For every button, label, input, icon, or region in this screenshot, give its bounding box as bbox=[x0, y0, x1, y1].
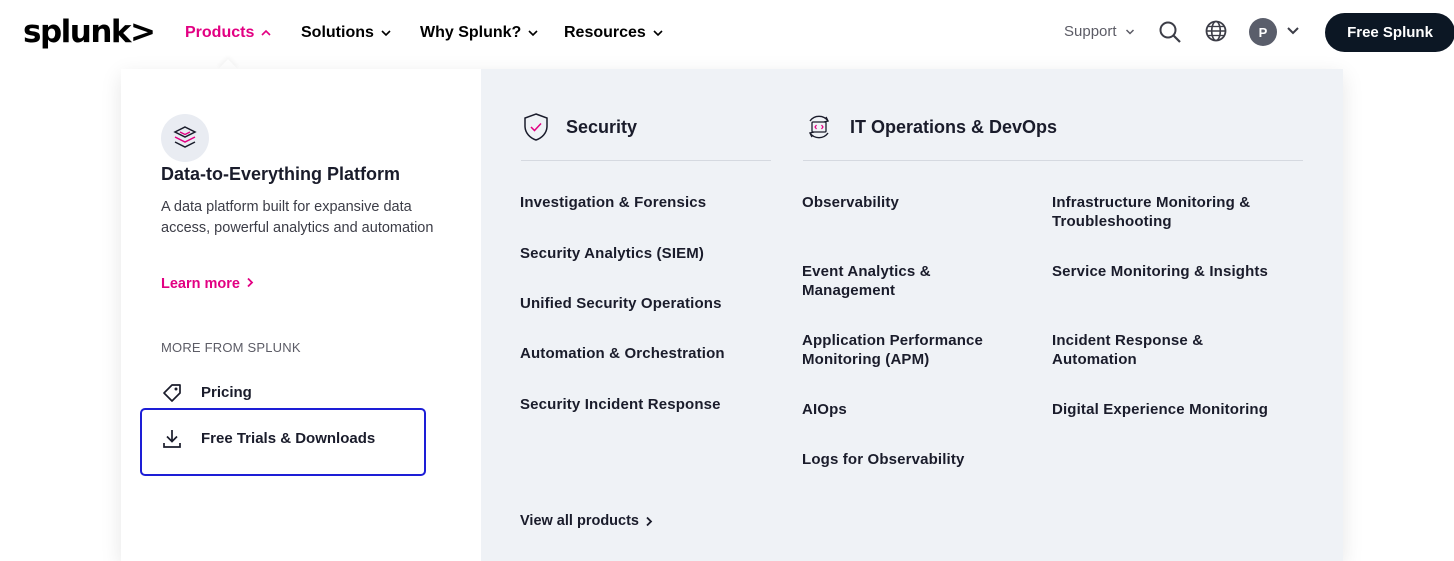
code-cycle-icon bbox=[808, 115, 830, 139]
itops-heading: IT Operations & DevOps bbox=[804, 112, 1057, 142]
view-all-products-link[interactable]: View all products bbox=[520, 511, 653, 531]
chevron-right-icon bbox=[247, 277, 254, 288]
chevron-down-icon bbox=[528, 30, 538, 37]
nav-why-splunk-label: Why Splunk? bbox=[420, 24, 522, 41]
nav-products[interactable]: Products bbox=[185, 22, 272, 44]
security-title: Security bbox=[566, 117, 638, 137]
pricing-label: Pricing bbox=[201, 384, 252, 401]
more-from-heading: MORE FROM SPLUNK bbox=[161, 340, 301, 355]
avatar[interactable]: P bbox=[1249, 18, 1277, 46]
product-link[interactable]: AIOps bbox=[802, 401, 1032, 420]
shield-check-icon bbox=[524, 113, 548, 141]
products-pane: Security Investigation & Forensics Secur… bbox=[481, 69, 1343, 561]
security-divider bbox=[521, 160, 771, 161]
nav-solutions[interactable]: Solutions bbox=[301, 22, 392, 44]
search-icon[interactable] bbox=[1158, 20, 1182, 44]
product-link[interactable]: Security Incident Response bbox=[520, 396, 721, 415]
product-link[interactable]: Incident Response & Automation bbox=[1052, 332, 1232, 369]
product-link[interactable]: Observability bbox=[802, 194, 1032, 213]
product-link[interactable]: Application Performance Monitoring (APM) bbox=[802, 332, 1007, 369]
pricing-link[interactable]: Pricing bbox=[161, 382, 252, 404]
layers-icon bbox=[161, 114, 209, 162]
nav-why-splunk[interactable]: Why Splunk? bbox=[420, 22, 539, 44]
nav-resources-label: Resources bbox=[564, 24, 646, 41]
product-link[interactable]: Unified Security Operations bbox=[520, 295, 722, 314]
site-header: splunk> Products Solutions Why Splunk? R… bbox=[0, 0, 1454, 68]
platform-description: A data platform built for expansive data… bbox=[161, 199, 434, 236]
learn-more-link[interactable]: Learn more bbox=[161, 274, 254, 294]
highlight-annotation bbox=[140, 408, 426, 476]
globe-icon[interactable] bbox=[1205, 20, 1227, 42]
nav-products-label: Products bbox=[185, 24, 255, 41]
chevron-down-icon[interactable] bbox=[1286, 25, 1300, 37]
product-link[interactable]: Logs for Observability bbox=[802, 451, 1032, 470]
learn-more-label: Learn more bbox=[161, 276, 240, 292]
itops-title: IT Operations & DevOps bbox=[850, 117, 1058, 137]
chevron-up-icon bbox=[261, 29, 271, 36]
product-link[interactable]: Investigation & Forensics bbox=[520, 194, 706, 213]
products-dropdown: Data-to-Everything Platform A data platf… bbox=[121, 69, 1343, 561]
free-splunk-button[interactable]: Free Splunk bbox=[1325, 13, 1454, 52]
splunk-logo[interactable]: splunk> bbox=[23, 12, 156, 52]
product-link[interactable]: Service Monitoring & Insights bbox=[1052, 263, 1302, 282]
view-all-label: View all products bbox=[520, 513, 639, 529]
product-link[interactable]: Security Analytics (SIEM) bbox=[520, 245, 704, 264]
chevron-down-icon bbox=[1125, 29, 1134, 35]
nav-solutions-label: Solutions bbox=[301, 24, 374, 41]
itops-divider bbox=[803, 160, 1303, 161]
product-link[interactable]: Automation & Orchestration bbox=[520, 345, 725, 364]
support-label: Support bbox=[1064, 23, 1117, 40]
nav-resources[interactable]: Resources bbox=[564, 22, 664, 44]
product-link[interactable]: Event Analytics & Management bbox=[802, 263, 967, 300]
platform-title: Data-to-Everything Platform bbox=[161, 164, 401, 184]
product-link[interactable]: Infrastructure Monitoring & Troubleshoot… bbox=[1052, 194, 1292, 231]
product-link[interactable]: Digital Experience Monitoring bbox=[1052, 401, 1302, 420]
tag-icon bbox=[161, 382, 183, 404]
platform-pane: Data-to-Everything Platform A data platf… bbox=[121, 69, 481, 561]
security-heading: Security bbox=[522, 112, 637, 142]
chevron-right-icon bbox=[646, 516, 653, 526]
chevron-down-icon bbox=[381, 30, 391, 37]
chevron-down-icon bbox=[653, 30, 663, 37]
support-menu[interactable]: Support bbox=[1064, 21, 1135, 43]
